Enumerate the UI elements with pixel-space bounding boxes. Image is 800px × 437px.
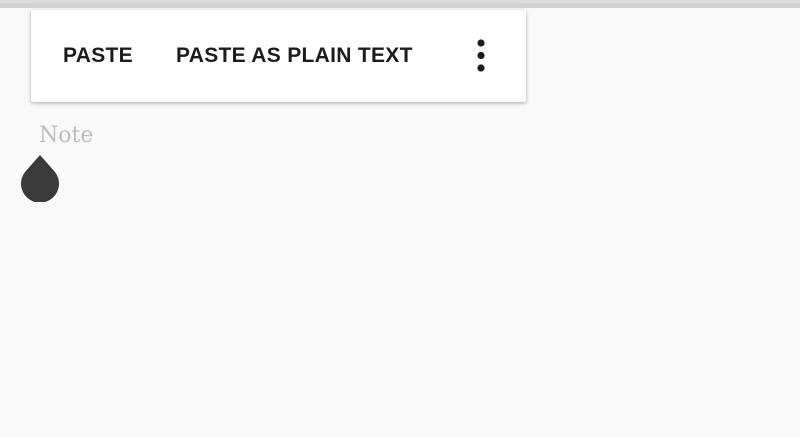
paste-as-plain-text-button[interactable]: PASTE AS PLAIN TEXT: [176, 44, 413, 68]
note-field[interactable]: Note: [30, 118, 770, 158]
more-vert-icon: [477, 39, 485, 72]
text-cursor-handle[interactable]: [19, 154, 61, 203]
text-cursor-handle-icon: [21, 155, 60, 203]
note-placeholder: Note: [39, 123, 94, 148]
more-options-button[interactable]: [468, 36, 494, 76]
top-divider: [0, 0, 800, 8]
text-selection-toolbar: PASTE PASTE AS PLAIN TEXT: [31, 10, 526, 102]
top-divider-line: [0, 3, 800, 8]
paste-button[interactable]: PASTE: [63, 44, 133, 68]
